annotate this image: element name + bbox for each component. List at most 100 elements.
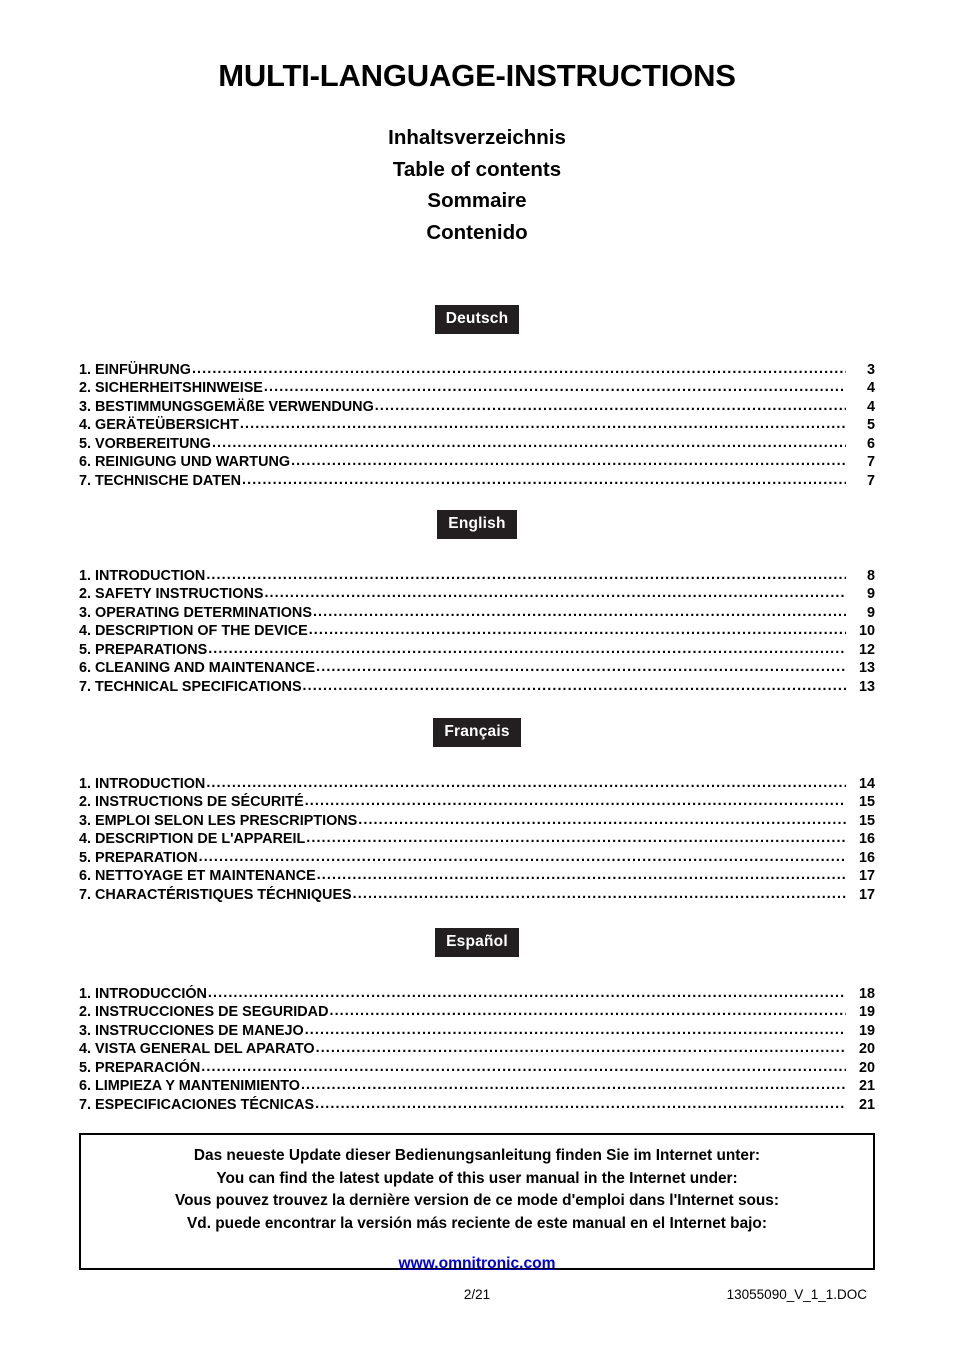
language-badge-row-espanol: Español [79, 928, 875, 957]
toc-entry[interactable]: 4. DESCRIPTION DE L'APPAREIL............… [79, 830, 875, 849]
toc-entry[interactable]: 2. SICHERHEITSHINWEISE..................… [79, 379, 875, 398]
toc-entry-label: 4. GERÄTEÜBERSICHT [79, 417, 239, 434]
toc-entry[interactable]: 2. INSTRUCCIONES DE SEGURIDAD...........… [79, 1003, 875, 1022]
toc-entry-label: 3. INSTRUCCIONES DE MANEJO [79, 1022, 304, 1039]
toc-entry[interactable]: 7. TECHNISCHE DATEN.....................… [79, 472, 875, 491]
notice-line-es: Vd. puede encontrar la versión más recie… [187, 1214, 767, 1232]
toc-entry[interactable]: 6. LIMPIEZA Y MANTENIMIENTO.............… [79, 1077, 875, 1096]
toc-entry[interactable]: 3. EMPLOI SELON LES PRESCRIPTIONS.......… [79, 812, 875, 831]
toc-entry[interactable]: 5. PREPARATIONS.........................… [79, 641, 875, 660]
toc-dot-leader: ........................................… [291, 453, 846, 470]
toc-list-deutsch: 1. EINFÜHRUNG...........................… [79, 361, 875, 491]
toc-entry[interactable]: 1. INTRODUCTION.........................… [79, 775, 875, 794]
toc-entry-page-number: 9 [866, 586, 875, 603]
toc-entry-label: 6. LIMPIEZA Y MANTENIMIENTO [79, 1078, 300, 1095]
toc-entry[interactable]: 3. BESTIMMUNGSGEMÄßE VERWENDUNG.........… [79, 398, 875, 417]
toc-entry-page-number: 16 [858, 849, 875, 866]
toc-entry-label: 1. INTRODUCTION [79, 567, 206, 584]
toc-dot-leader: ........................................… [239, 416, 846, 433]
toc-entry-label: 4. VISTA GENERAL DEL APARATO [79, 1041, 315, 1058]
toc-entry-label: 5. PREPARACIÓN [79, 1059, 201, 1076]
toc-entry-page-number: 6 [866, 435, 875, 452]
toc-list-espanol: 1. INTRODUCCIÓN.........................… [79, 985, 875, 1115]
toc-entry[interactable]: 4. DESCRIPTION OF THE DEVICE............… [79, 622, 875, 641]
toc-entry[interactable]: 6. NETTOYAGE ET MAINTENANCE.............… [79, 867, 875, 886]
toc-entry[interactable]: 2. INSTRUCTIONS DE SÉCURITÉ.............… [79, 793, 875, 812]
toc-entry-page-number: 21 [858, 1078, 875, 1095]
language-badge-row-deutsch: Deutsch [79, 305, 875, 334]
toc-dot-leader: ........................................… [304, 1021, 846, 1038]
toc-entry-page-number: 21 [858, 1097, 875, 1114]
toc-entry[interactable]: 2. SAFETY INSTRUCTIONS..................… [79, 585, 875, 604]
notice-line-en: You can find the latest update of this u… [216, 1169, 738, 1187]
subtitle-line-fr: Sommaire [427, 189, 527, 212]
toc-entry[interactable]: 4. GERÄTEÜBERSICHT......................… [79, 416, 875, 435]
toc-entry[interactable]: 7. ESPECIFICACIONES TÉCNICAS............… [79, 1096, 875, 1115]
toc-entry[interactable]: 7. CHARACTÉRISTIQUES TÉCHNIQUES.........… [79, 886, 875, 905]
toc-entry-label: 2. INSTRUCTIONS DE SÉCURITÉ [79, 794, 304, 811]
toc-dot-leader: ........................................… [242, 472, 846, 489]
toc-entry-page-number: 7 [866, 473, 875, 490]
toc-entry-page-number: 8 [866, 567, 875, 584]
toc-entry[interactable]: 7. TECHNICAL SPECIFICATIONS.............… [79, 678, 875, 697]
toc-entry[interactable]: 5. PREPARATION..........................… [79, 849, 875, 868]
toc-entry-label: 3. EMPLOI SELON LES PRESCRIPTIONS [79, 812, 358, 829]
toc-entry-page-number: 17 [858, 887, 875, 904]
toc-entry-label: 1. INTRODUCCIÓN [79, 985, 207, 1002]
toc-entry[interactable]: 1. INTRODUCTION.........................… [79, 567, 875, 586]
toc-entry[interactable]: 5. VORBEREITUNG.........................… [79, 435, 875, 454]
toc-entry-label: 5. PREPARATION [79, 849, 198, 866]
toc-section-deutsch: Deutsch 1. EINFÜHRUNG...................… [79, 305, 875, 491]
toc-section-english: English 1. INTRODUCTION.................… [79, 510, 875, 697]
toc-entry-page-number: 12 [858, 641, 875, 658]
toc-entry-page-number: 4 [866, 380, 875, 397]
toc-entry[interactable]: 3. OPERATING DETERMINATIONS.............… [79, 604, 875, 623]
toc-entry-label: 7. CHARACTÉRISTIQUES TÉCHNIQUES [79, 887, 352, 904]
language-badge-espanol: Español [435, 928, 519, 957]
toc-entry[interactable]: 3. INSTRUCCIONES DE MANEJO..............… [79, 1022, 875, 1041]
toc-dot-leader: ........................................… [191, 360, 846, 377]
toc-entry-page-number: 13 [858, 679, 875, 696]
toc-dot-leader: ........................................… [352, 886, 846, 903]
toc-dot-leader: ........................................… [211, 434, 846, 451]
toc-dot-leader: ........................................… [329, 1003, 846, 1020]
toc-dot-leader: ........................................… [315, 1096, 846, 1113]
update-notice-box: Das neueste Update dieser Bedienungsanle… [79, 1133, 875, 1273]
toc-entry[interactable]: 1. INTRODUCCIÓN.........................… [79, 985, 875, 1004]
language-badge-row-english: English [79, 510, 875, 539]
toc-entry-label: 4. DESCRIPTION DE L'APPAREIL [79, 831, 306, 848]
toc-entry[interactable]: 4. VISTA GENERAL DEL APARATO............… [79, 1040, 875, 1059]
toc-entry-page-number: 3 [866, 361, 875, 378]
toc-entry-page-number: 10 [858, 623, 875, 640]
toc-dot-leader: ........................................… [208, 640, 846, 657]
subtitle-line-en: Table of contents [392, 157, 562, 181]
toc-dot-leader: ........................................… [316, 867, 846, 884]
footer-document-id: 13055090_V_1_1.DOC [726, 1287, 867, 1302]
toc-dot-leader: ........................................… [315, 1040, 846, 1057]
toc-entry-page-number: 14 [858, 775, 875, 792]
notice-line-fr: Vous pouvez trouvez la dernière version … [175, 1192, 779, 1209]
toc-entry-label: 7. TECHNICAL SPECIFICATIONS [79, 679, 302, 696]
toc-entry-page-number: 4 [866, 398, 875, 415]
toc-dot-leader: ........................................… [201, 1058, 846, 1075]
subtitle-line-es: Contenido [426, 220, 528, 244]
toc-entry-label: 4. DESCRIPTION OF THE DEVICE [79, 623, 308, 640]
subtitle-line-de: Inhaltsverzeichnis [388, 126, 566, 149]
toc-section-espanol: Español 1. INTRODUCCIÓN.................… [79, 928, 875, 1115]
toc-dot-leader: ........................................… [306, 830, 846, 847]
toc-entry[interactable]: 1. EINFÜHRUNG...........................… [79, 361, 875, 380]
toc-dot-leader: ........................................… [308, 622, 846, 639]
toc-entry[interactable]: 6. CLEANING AND MAINTENANCE.............… [79, 659, 875, 678]
toc-entry[interactable]: 6. REINIGUNG UND WARTUNG................… [79, 453, 875, 472]
toc-entry[interactable]: 5. PREPARACIÓN..........................… [79, 1059, 875, 1078]
toc-entry-page-number: 19 [858, 1004, 875, 1021]
subtitle-block: Inhaltsverzeichnis Table of contents Som… [0, 122, 954, 248]
toc-entry-label: 2. SICHERHEITSHINWEISE [79, 380, 263, 397]
toc-dot-leader: ........................................… [312, 603, 846, 620]
notice-link-row: www.omnitronic.com [81, 1255, 873, 1273]
toc-entry-page-number: 15 [858, 794, 875, 811]
toc-entry-page-number: 19 [858, 1022, 875, 1039]
toc-entry-label: 1. EINFÜHRUNG [79, 361, 191, 378]
toc-section-francais: Français 1. INTRODUCTION................… [79, 718, 875, 905]
omnitronic-website-link[interactable]: www.omnitronic.com [398, 1255, 555, 1272]
